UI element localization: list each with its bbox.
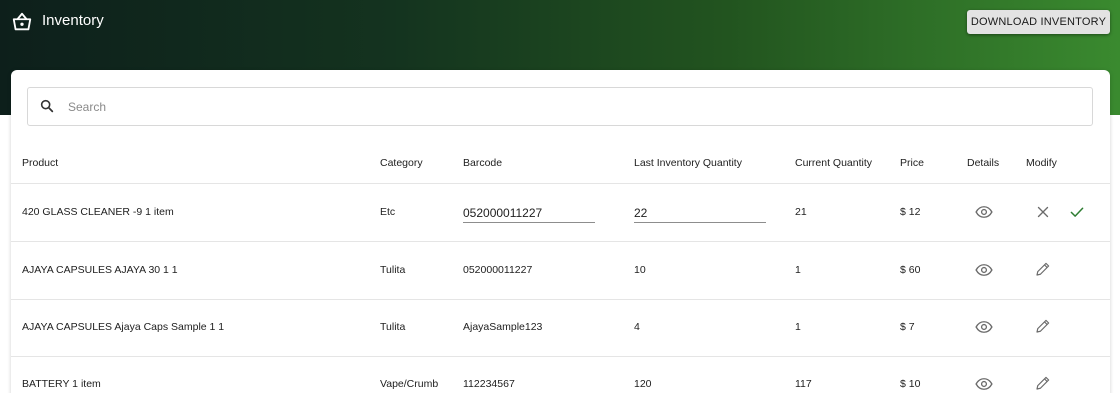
search-input[interactable] [68,97,1068,117]
app-bar: Inventory DOWNLOAD INVENTORY [0,0,1120,44]
barcode-input[interactable] [463,203,595,223]
header-details: Details [967,157,1000,169]
pencil-icon[interactable] [1034,374,1052,392]
last-inventory-quantity-cell: 120 [634,378,652,390]
row-divider [11,356,1110,357]
category-cell: Tulita [380,321,406,333]
close-icon[interactable] [1034,203,1052,221]
eye-icon[interactable] [975,318,993,336]
category-cell: Etc [380,206,396,218]
product-cell: 420 GLASS CLEANER -9 1 item [22,206,174,218]
pencil-icon[interactable] [1034,317,1052,335]
current-quantity-cell: 117 [795,378,812,390]
app-title: Inventory [42,12,104,29]
header-barcode[interactable]: Barcode [463,157,502,169]
product-cell: AJAYA CAPSULES AJAYA 30 1 1 [22,264,178,276]
eye-icon[interactable] [975,375,993,393]
row-divider [11,299,1110,300]
current-quantity-cell: 21 [795,206,807,218]
category-cell: Vape/Crumb [380,378,439,390]
current-quantity-cell: 1 [795,321,801,333]
price-cell: $ 10 [900,378,921,390]
header-divider [11,183,1110,184]
search-icon [40,99,54,113]
basket-icon [12,12,32,31]
search-bar[interactable] [27,87,1093,126]
header-last-inventory-quantity[interactable]: Last Inventory Quantity [634,157,742,169]
barcode-cell: 052000011227 [463,264,533,276]
header-product[interactable]: Product [22,157,58,169]
price-cell: $ 7 [900,321,915,333]
product-cell: BATTERY 1 item [22,378,101,390]
last-inventory-quantity-cell: 4 [634,321,640,333]
eye-icon[interactable] [975,203,993,221]
header-current-quantity[interactable]: Current Quantity [795,157,872,169]
header-price[interactable]: Price [900,157,924,169]
inventory-card: Product Category Barcode Last Inventory … [11,70,1110,393]
price-cell: $ 60 [900,264,921,276]
barcode-cell: 112234567 [463,378,515,390]
category-cell: Tulita [380,264,406,276]
pencil-icon[interactable] [1034,260,1052,278]
product-cell: AJAYA CAPSULES Ajaya Caps Sample 1 1 [22,321,225,333]
download-inventory-button[interactable]: DOWNLOAD INVENTORY [967,10,1110,34]
header-modify: Modify [1026,157,1057,169]
row-divider [11,241,1110,242]
eye-icon[interactable] [975,261,993,279]
current-quantity-cell: 1 [795,264,801,276]
header-category[interactable]: Category [380,157,423,169]
check-icon[interactable] [1068,203,1086,221]
barcode-cell: AjayaSample123 [463,321,543,333]
price-cell: $ 12 [900,206,921,218]
last-inventory-quantity-cell: 10 [634,264,646,276]
last-inventory-quantity-input[interactable] [634,203,766,223]
